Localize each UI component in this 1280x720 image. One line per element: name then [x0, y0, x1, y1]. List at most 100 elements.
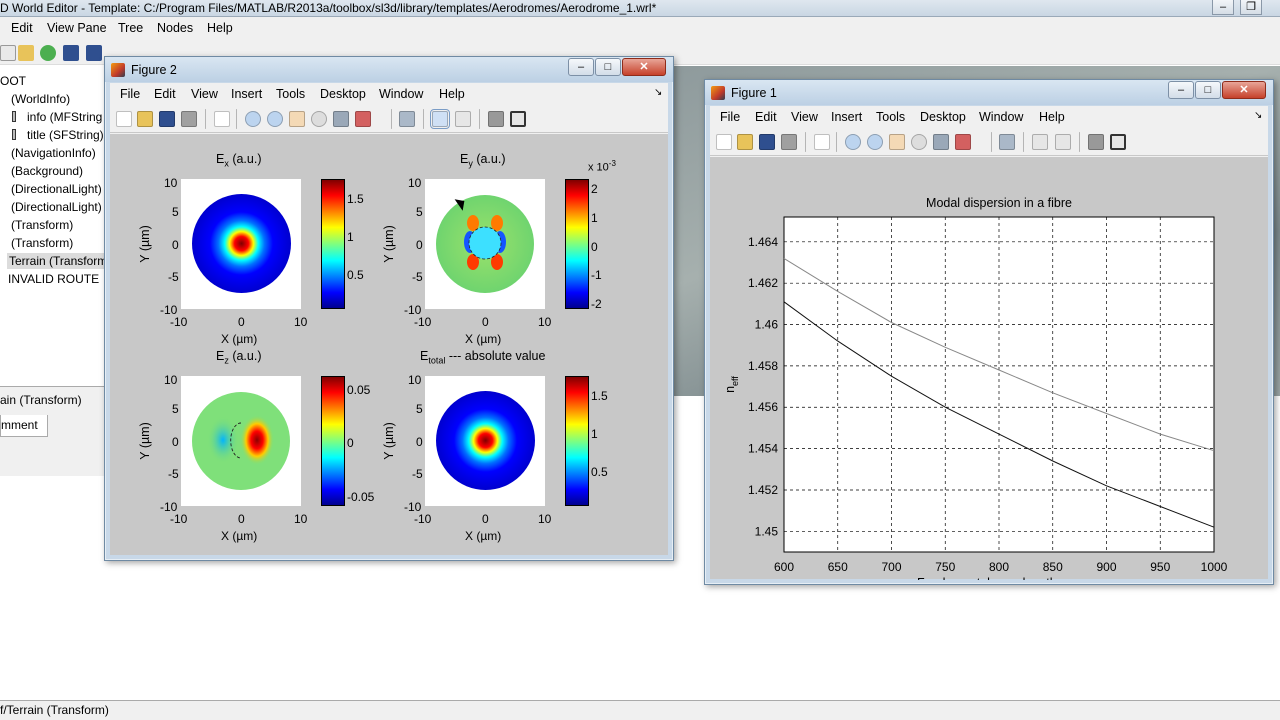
- menu-view[interactable]: View: [791, 110, 818, 124]
- new-icon[interactable]: [0, 45, 16, 61]
- rotate-3d-icon[interactable]: [311, 111, 327, 127]
- tree-item-transform[interactable]: (Transform): [11, 236, 73, 250]
- menu-view-pane[interactable]: View Pane: [47, 21, 107, 35]
- pointer-icon[interactable]: [814, 134, 830, 150]
- menu-desktop[interactable]: Desktop: [920, 110, 966, 124]
- menu-view[interactable]: View: [191, 87, 218, 101]
- legend-icon[interactable]: [455, 111, 471, 127]
- legend-icon[interactable]: [1055, 134, 1071, 150]
- tree-item-directionallight[interactable]: (DirectionalLight): [11, 200, 102, 214]
- print-icon[interactable]: [181, 111, 197, 127]
- menu-window[interactable]: Window: [979, 110, 1023, 124]
- maximize-button[interactable]: □: [1195, 81, 1221, 99]
- zoom-in-icon[interactable]: [845, 134, 861, 150]
- link-plot-icon[interactable]: [999, 134, 1015, 150]
- menu-file[interactable]: File: [720, 110, 740, 124]
- menu-edit[interactable]: Edit: [11, 21, 33, 35]
- y-tick: 0: [172, 238, 179, 252]
- tree-item-navigationinfo[interactable]: (NavigationInfo): [11, 146, 96, 160]
- new-figure-icon[interactable]: [716, 134, 732, 150]
- tree-item-worldinfo[interactable]: (WorldInfo): [11, 92, 70, 106]
- colorbar-icon[interactable]: [1032, 134, 1048, 150]
- menu-nodes[interactable]: Nodes: [157, 21, 193, 35]
- open-file-icon[interactable]: [737, 134, 753, 150]
- brush-icon[interactable]: [355, 111, 371, 127]
- dock-arrow-icon[interactable]: ↘: [1254, 110, 1262, 121]
- pointer-icon[interactable]: [214, 111, 230, 127]
- pan-hand-icon[interactable]: [289, 111, 305, 127]
- tree-item-root[interactable]: OOT: [0, 74, 26, 88]
- menu-tree[interactable]: Tree: [118, 21, 143, 35]
- y-tick: -5: [168, 270, 179, 284]
- toolbar-separator: [805, 132, 806, 152]
- save-icon[interactable]: [759, 134, 775, 150]
- save-as-icon[interactable]: [86, 45, 102, 61]
- figure2-titlebar[interactable]: Figure 2 – □ ✕: [105, 57, 673, 82]
- close-button[interactable]: ✕: [622, 58, 666, 76]
- x-tick-label: 600: [774, 560, 794, 574]
- rotate-3d-icon[interactable]: [911, 134, 927, 150]
- tree-item-terrain[interactable]: Terrain (Transform: [7, 253, 110, 269]
- etotal-cbar-tick: 1: [591, 427, 598, 441]
- y-tick: 10: [164, 176, 178, 190]
- open-file-icon[interactable]: [137, 111, 153, 127]
- show-plot-tools-icon[interactable]: [1110, 134, 1126, 150]
- data-cursor-icon[interactable]: [933, 134, 949, 150]
- save-icon[interactable]: [159, 111, 175, 127]
- menu-help[interactable]: Help: [207, 21, 233, 35]
- zoom-out-icon[interactable]: [867, 134, 883, 150]
- menu-desktop[interactable]: Desktop: [320, 87, 366, 101]
- menu-edit[interactable]: Edit: [755, 110, 777, 124]
- figure2-menubar: File Edit View Insert Tools Desktop Wind…: [110, 83, 668, 105]
- link-plot-icon[interactable]: [399, 111, 415, 127]
- minimize-button[interactable]: –: [568, 58, 594, 76]
- print-icon[interactable]: [781, 134, 797, 150]
- figure1-titlebar[interactable]: Figure 1 – □ ✕: [705, 80, 1273, 105]
- data-cursor-icon[interactable]: [333, 111, 349, 127]
- reload-icon[interactable]: [40, 45, 56, 61]
- zoom-out-icon[interactable]: [267, 111, 283, 127]
- show-plot-tools-icon[interactable]: [510, 111, 526, 127]
- menu-insert[interactable]: Insert: [231, 87, 262, 101]
- menu-help[interactable]: Help: [1039, 110, 1065, 124]
- minimize-icon[interactable]: –: [1212, 0, 1234, 15]
- ex-colorbar: [321, 179, 345, 309]
- y-tick: 10: [408, 176, 422, 190]
- hide-plot-tools-icon[interactable]: [1088, 134, 1104, 150]
- tree-item-info[interactable]: info (MFString: [27, 110, 102, 124]
- dock-arrow-icon[interactable]: ↘: [654, 87, 662, 98]
- x-tick-label: 800: [989, 560, 1009, 574]
- menu-window[interactable]: Window: [379, 87, 423, 101]
- maximize-button[interactable]: □: [595, 58, 621, 76]
- tab-comment[interactable]: mment: [0, 415, 48, 437]
- minimize-button[interactable]: –: [1168, 81, 1194, 99]
- ex-cbar-tick: 1: [347, 230, 354, 244]
- open-icon[interactable]: [18, 45, 34, 61]
- ez-cbar-tick: 0: [347, 436, 354, 450]
- ey-exponent: x 10-3: [588, 159, 616, 174]
- tree-item-title[interactable]: title (SFString):: [27, 128, 107, 142]
- tree-item-directionallight[interactable]: (DirectionalLight): [11, 182, 102, 196]
- ex-cbar-tick: 0.5: [347, 268, 364, 282]
- menu-help[interactable]: Help: [439, 87, 465, 101]
- zoom-in-icon[interactable]: [245, 111, 261, 127]
- tree-item-invalid-route[interactable]: INVALID ROUTE: [8, 272, 99, 286]
- tree-item-transform[interactable]: (Transform): [11, 218, 73, 232]
- menu-edit[interactable]: Edit: [154, 87, 176, 101]
- menu-tools[interactable]: Tools: [276, 87, 305, 101]
- x-tick: 10: [294, 512, 308, 526]
- menu-insert[interactable]: Insert: [831, 110, 862, 124]
- close-button[interactable]: ✕: [1222, 81, 1266, 99]
- colorbar-icon[interactable]: [430, 109, 450, 129]
- tree-item-background[interactable]: (Background): [11, 164, 83, 178]
- figure2-toolbar: [110, 105, 668, 133]
- new-figure-icon[interactable]: [116, 111, 132, 127]
- save-icon[interactable]: [63, 45, 79, 61]
- brush-icon[interactable]: [955, 134, 971, 150]
- hide-plot-tools-icon[interactable]: [488, 111, 504, 127]
- menu-tools[interactable]: Tools: [876, 110, 905, 124]
- menu-file[interactable]: File: [120, 87, 140, 101]
- toolbar-separator: [391, 109, 392, 129]
- restore-icon[interactable]: ❐: [1240, 0, 1262, 15]
- pan-hand-icon[interactable]: [889, 134, 905, 150]
